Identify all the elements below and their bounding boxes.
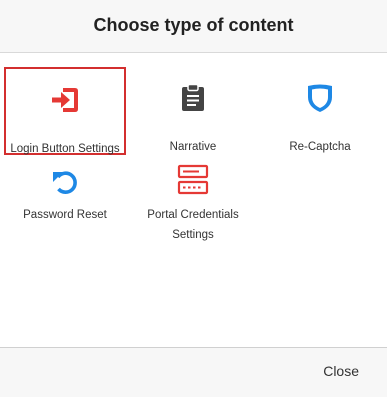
- content-type-grid: Login Button Settings Narrative Re-Captc…: [0, 53, 387, 347]
- content-type-narrative[interactable]: Narrative: [132, 67, 254, 155]
- login-icon: [48, 83, 82, 117]
- content-type-password-reset[interactable]: Password Reset: [4, 153, 126, 241]
- shield-icon: [303, 81, 337, 115]
- undo-icon: [48, 165, 82, 199]
- content-type-portal-credentials-settings[interactable]: Portal Credentials Settings: [132, 153, 254, 241]
- item-label: Re-Captcha: [289, 141, 351, 153]
- dialog-footer: Close: [0, 347, 387, 397]
- item-label-line2: Settings: [172, 229, 214, 241]
- clipboard-icon: [176, 81, 210, 115]
- item-label: Portal Credentials Settings: [132, 205, 254, 245]
- content-type-re-captcha[interactable]: Re-Captcha: [259, 67, 381, 155]
- item-label: Password Reset: [23, 209, 107, 221]
- dialog-title: Choose type of content: [93, 14, 294, 35]
- dialog-header: Choose type of content: [0, 0, 387, 53]
- server-icon: [176, 163, 210, 197]
- content-type-login-button-settings[interactable]: Login Button Settings: [4, 67, 126, 155]
- close-button[interactable]: Close: [323, 363, 359, 379]
- item-label-line1: Portal Credentials: [147, 209, 239, 221]
